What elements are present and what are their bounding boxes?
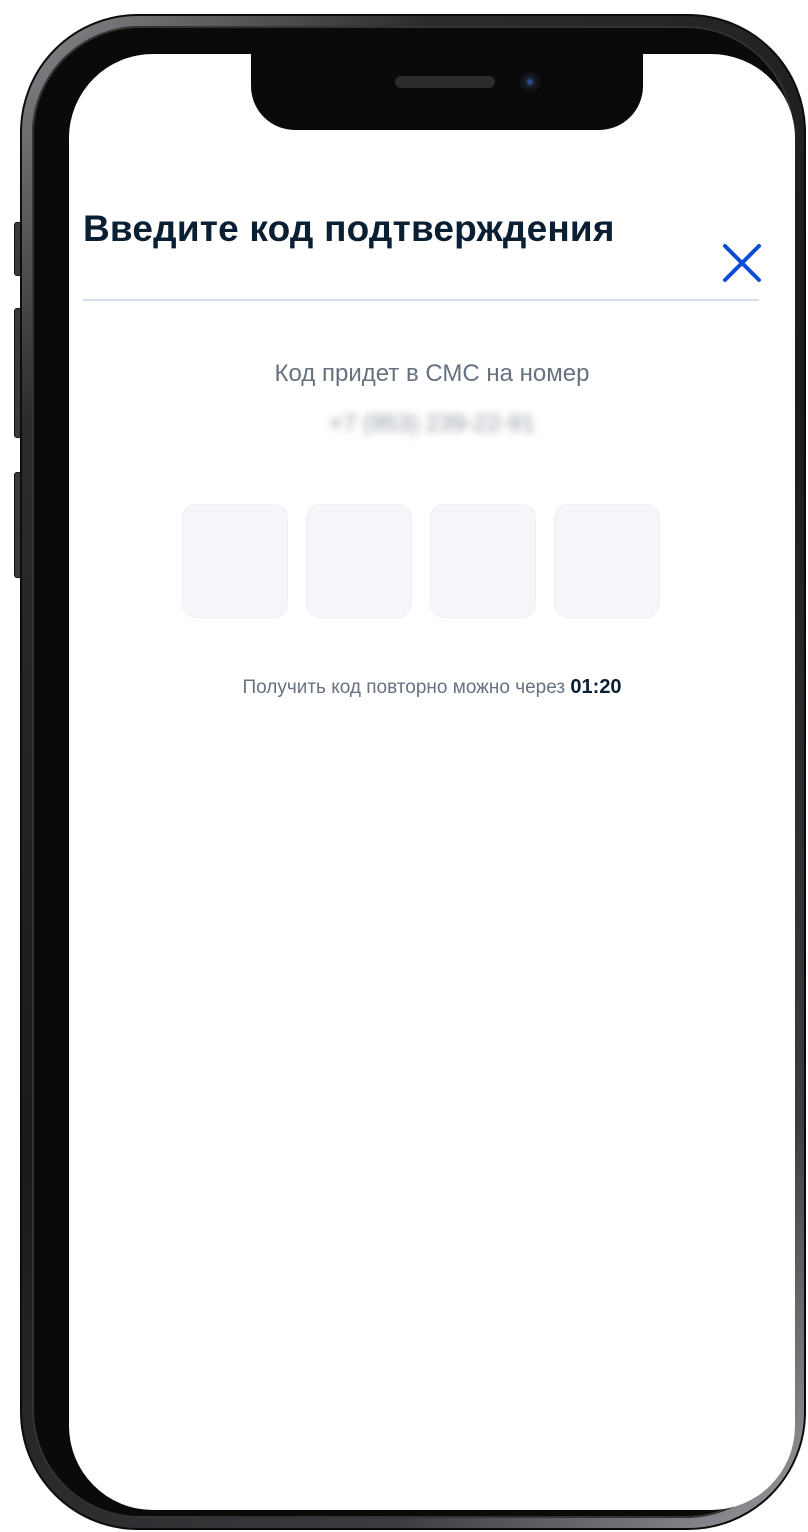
resend-timer: 01:20 <box>570 676 622 698</box>
code-input-group <box>182 504 662 618</box>
close-icon <box>723 244 761 282</box>
page: Введите код подтверждения Код придет в С… <box>0 0 808 1532</box>
phone-frame: Введите код подтверждения Код придет в С… <box>20 14 806 1530</box>
header-divider <box>83 299 759 301</box>
speaker-grille <box>395 76 495 88</box>
resend-countdown: Получить код повторно можно через 01:20 <box>69 676 795 699</box>
code-digit-3[interactable] <box>430 504 536 618</box>
sms-hint: Код придет в СМС на номер <box>274 360 590 387</box>
phone-notch <box>251 54 643 130</box>
code-digit-4[interactable] <box>554 504 660 618</box>
phone-screen: Введите код подтверждения Код придет в С… <box>69 54 795 1510</box>
close-button[interactable] <box>715 236 769 290</box>
code-digit-1[interactable] <box>182 504 288 618</box>
resend-text: Получить код повторно можно через <box>242 677 566 698</box>
phone-number: +7 (953) 239-22-91 <box>328 410 536 437</box>
code-digit-2[interactable] <box>306 504 412 618</box>
page-title: Введите код подтверждения <box>83 208 615 249</box>
front-camera <box>520 72 540 92</box>
modal-header: Введите код подтверждения <box>69 194 795 304</box>
